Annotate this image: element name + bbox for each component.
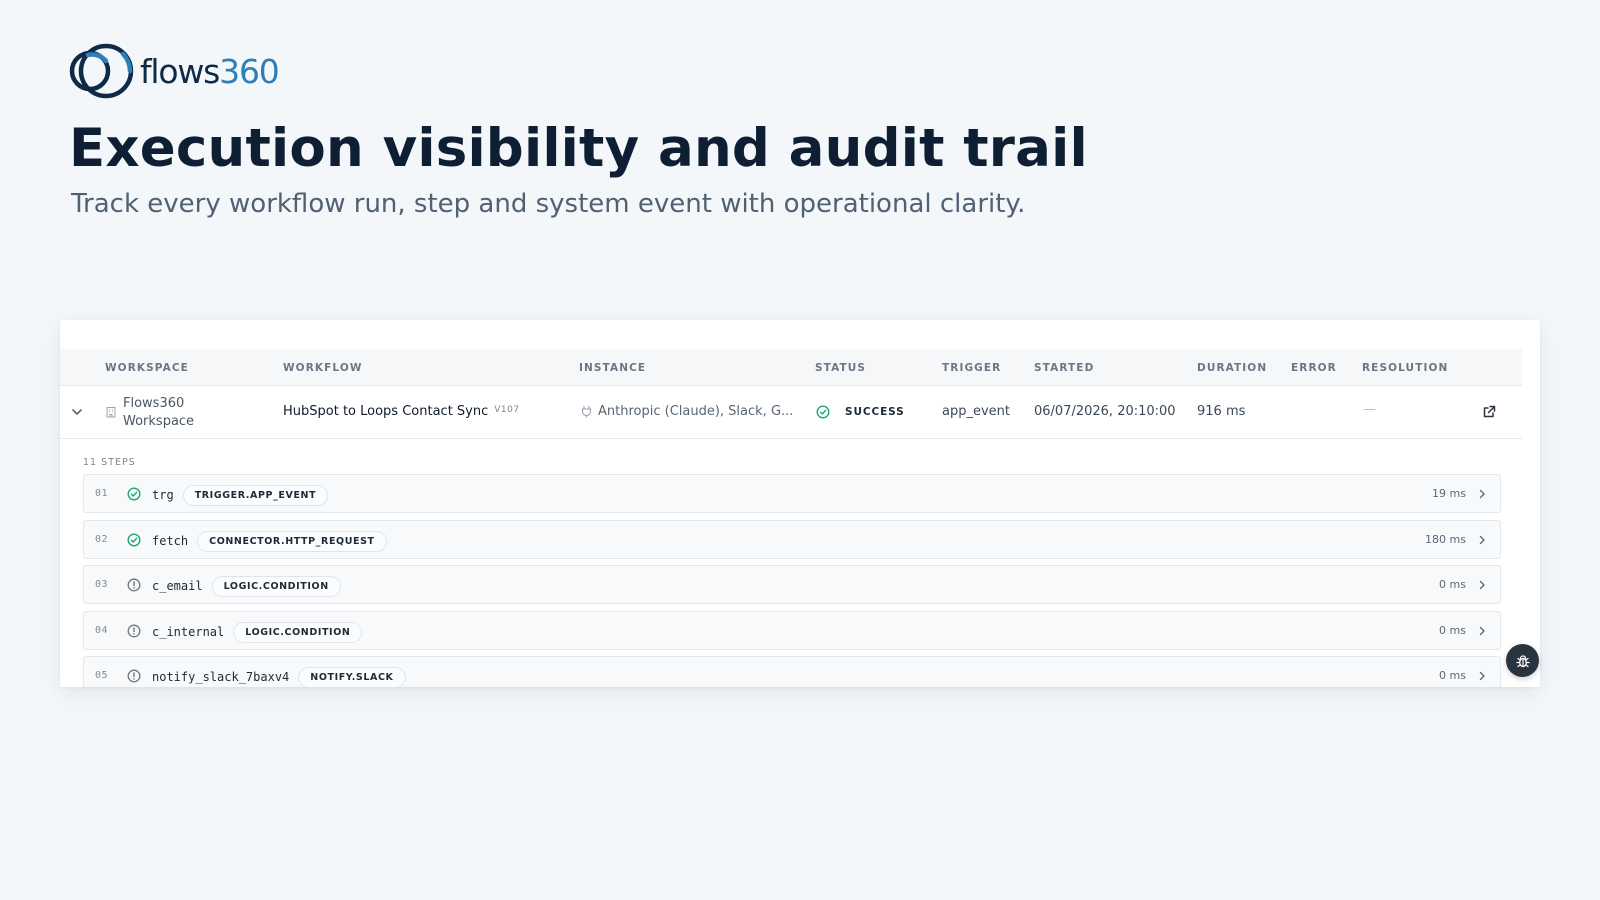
chevron-down-icon[interactable] (70, 405, 84, 419)
step-duration: 0 ms (1439, 623, 1466, 637)
logo-word: flows (140, 51, 220, 91)
trigger-value: app_event (942, 404, 1010, 419)
instance-list: Anthropic (Claude), Slack, G... (598, 404, 794, 419)
chevron-right-icon[interactable] (1476, 625, 1488, 637)
step-type-tag: NOTIFY.SLACK (298, 667, 406, 687)
building-icon (106, 407, 116, 418)
step-type-tag: LOGIC.CONDITION (211, 576, 341, 597)
brand-logo: flows360 (68, 43, 280, 100)
check-circle-icon (127, 532, 141, 547)
steps-count-label: 11 STEPS (83, 457, 136, 468)
executions-panel: WORKSPACE WORKFLOW INSTANCE STATUS TRIGG… (60, 320, 1540, 687)
col-workflow[interactable]: WORKFLOW (283, 362, 363, 374)
bug-icon (1515, 654, 1530, 667)
step-row[interactable]: 05 notify_slack_7baxv4 NOTIFY.SLACK 0 ms (83, 656, 1501, 687)
step-number: 04 (95, 624, 109, 636)
check-circle-icon (127, 487, 141, 501)
step-name: notify_slack_7baxv4 NOTIFY.SLACK (152, 667, 406, 687)
step-row[interactable]: 01 trg TRIGGER.APP_EVENT 19 ms (83, 474, 1501, 513)
info-circle-icon (127, 624, 141, 637)
step-row[interactable]: 03 c_email LOGIC.CONDITION 0 ms (83, 565, 1501, 604)
page-title: Execution visibility and audit trail (69, 118, 1088, 179)
external-link-icon[interactable] (1482, 404, 1497, 419)
step-type-tag: CONNECTOR.HTTP_REQUEST (197, 530, 387, 552)
step-type-tag: LOGIC.CONDITION (233, 621, 363, 643)
step-type-tag: TRIGGER.APP_EVENT (182, 485, 329, 506)
info-circle-icon (127, 578, 141, 592)
workflow-name[interactable]: HubSpot to Loops Contact Sync V107 (283, 404, 520, 419)
table-header: WORKSPACE WORKFLOW INSTANCE STATUS TRIGG… (60, 349, 1522, 386)
resolution-value: — (1363, 402, 1376, 417)
step-number: 02 (95, 533, 109, 545)
step-name: c_internal LOGIC.CONDITION (152, 621, 363, 644)
col-trigger[interactable]: TRIGGER (942, 362, 1001, 374)
step-duration: 180 ms (1425, 532, 1466, 546)
step-number: 01 (95, 488, 109, 499)
step-name-text: fetch (152, 533, 189, 548)
step-duration: 0 ms (1439, 578, 1466, 591)
step-name-text: c_internal (152, 624, 225, 639)
step-number: 03 (95, 579, 109, 590)
plug-icon (581, 406, 592, 418)
debug-button[interactable] (1506, 644, 1539, 677)
flows360-logo-icon (69, 43, 134, 99)
step-row[interactable]: 04 c_internal LOGIC.CONDITION 0 ms (83, 610, 1501, 650)
step-duration: 19 ms (1432, 487, 1466, 500)
duration-value: 916 ms (1197, 404, 1246, 419)
step-row[interactable]: 02 fetch CONNECTOR.HTTP_REQUEST 180 ms (83, 519, 1501, 559)
logo-wordmark: flows360 (140, 51, 280, 91)
chevron-right-icon[interactable] (1476, 579, 1488, 591)
chevron-right-icon[interactable] (1476, 534, 1488, 546)
col-status[interactable]: STATUS (815, 362, 866, 374)
step-name-text: notify_slack_7baxv4 (152, 670, 290, 684)
table-row[interactable]: Flows360 Workspace HubSpot to Loops Cont… (60, 386, 1522, 439)
col-duration[interactable]: DURATION (1197, 362, 1267, 374)
step-name: trg TRIGGER.APP_EVENT (152, 485, 329, 507)
chevron-right-icon[interactable] (1476, 488, 1488, 500)
info-circle-icon (127, 669, 141, 683)
step-name-text: trg (152, 488, 174, 502)
col-workspace[interactable]: WORKSPACE (105, 362, 189, 374)
col-resolution[interactable]: RESOLUTION (1362, 362, 1448, 374)
step-name: fetch CONNECTOR.HTTP_REQUEST (152, 530, 387, 553)
workflow-version: V107 (494, 405, 520, 415)
step-number: 05 (95, 670, 109, 681)
workspace-name-line1: Flows360 (123, 396, 185, 411)
col-started[interactable]: STARTED (1034, 362, 1094, 374)
workflow-name-text: HubSpot to Loops Contact Sync (283, 404, 489, 419)
workspace-name: Flows360 Workspace (123, 395, 194, 431)
page-subtitle: Track every workflow run, step and syste… (71, 189, 1026, 219)
col-instance[interactable]: INSTANCE (579, 362, 646, 374)
check-circle-icon (816, 405, 830, 419)
chevron-right-icon[interactable] (1476, 670, 1488, 682)
logo-number: 360 (219, 51, 280, 91)
step-duration: 0 ms (1439, 669, 1466, 682)
step-name: c_email LOGIC.CONDITION (152, 576, 341, 598)
started-value: 06/07/2026, 20:10:00 (1034, 404, 1176, 419)
col-error[interactable]: ERROR (1291, 362, 1337, 374)
status-badge: SUCCESS (845, 406, 905, 418)
step-name-text: c_email (152, 579, 203, 593)
workspace-name-line2: Workspace (123, 414, 195, 429)
